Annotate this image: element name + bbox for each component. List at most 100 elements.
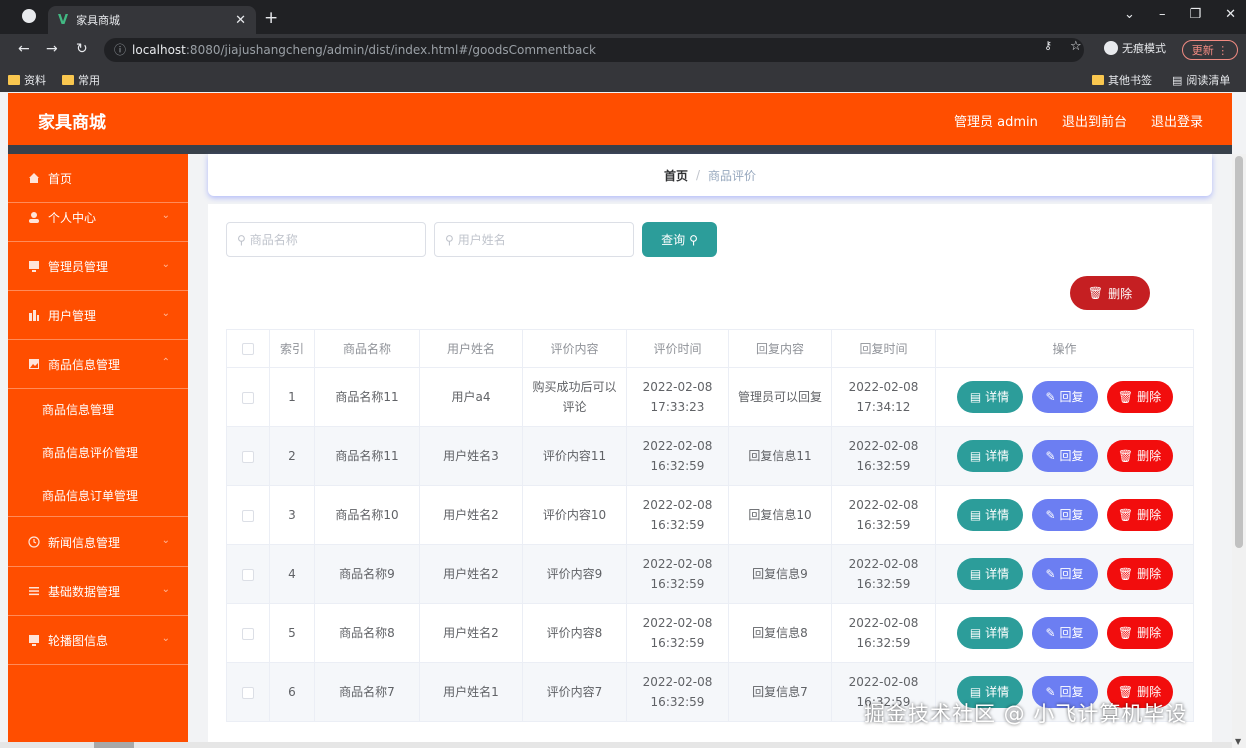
site-info-icon[interactable]: ⓘ: [114, 43, 126, 57]
incognito-indicator[interactable]: 无痕模式: [1104, 40, 1166, 56]
sidebar-item-user-management[interactable]: 用户管理 ⌄: [8, 291, 188, 340]
forward-icon[interactable]: →: [46, 41, 58, 57]
reply-button[interactable]: ✎ 回复: [1031, 381, 1098, 413]
vertical-scrollbar[interactable]: ▼: [1232, 154, 1246, 748]
monitor-icon: [29, 635, 39, 646]
sidebar-item-basic-data[interactable]: 基础数据管理 ⌄: [8, 567, 188, 616]
restore-icon[interactable]: ❐: [1189, 7, 1201, 22]
scroll-down-icon[interactable]: ▼: [1235, 737, 1241, 746]
detail-button[interactable]: ▤ 详情: [956, 617, 1023, 649]
row-checkbox[interactable]: [242, 568, 254, 581]
user-name-input[interactable]: ⚲ 用户姓名: [434, 222, 634, 257]
user-icon: [29, 212, 39, 223]
query-button[interactable]: 查询 ⚲: [642, 222, 717, 257]
sidebar-item-goods-management[interactable]: 商品信息管理 ⌃: [8, 340, 188, 389]
detail-button[interactable]: ▤ 详情: [956, 381, 1023, 413]
update-button[interactable]: 更新 ⋮: [1182, 40, 1238, 60]
cell-content: 评价内容9: [522, 544, 627, 604]
horizontal-scrollbar[interactable]: [0, 742, 1232, 748]
row-checkbox[interactable]: [242, 509, 254, 522]
incognito-label: 无痕模式: [1122, 42, 1166, 55]
logout-link[interactable]: 退出登录: [1151, 111, 1203, 130]
new-tab-button[interactable]: +: [264, 8, 278, 28]
detail-button[interactable]: ▤ 详情: [956, 499, 1023, 531]
comments-table: 索引 商品名称 用户姓名 评价内容 评价时间 回复内容 回复时间 操作 1 商品名…: [226, 329, 1194, 722]
bulk-delete-button[interactable]: 🗑 删除: [1070, 276, 1150, 310]
reload-icon[interactable]: ↻: [76, 41, 88, 57]
cell-goods: 商品名称7: [314, 662, 420, 722]
cell-reply-time: 2022-02-08 16:32:59: [831, 544, 936, 604]
reading-list[interactable]: ▤ 阅读清单: [1172, 72, 1230, 88]
scrollbar-thumb[interactable]: [1235, 156, 1243, 548]
address-bar[interactable]: ⓘ localhost:8080/jiajushangcheng/admin/di…: [104, 38, 1084, 62]
close-tab-icon[interactable]: ✕: [235, 13, 246, 28]
row-select-cell[interactable]: [226, 662, 270, 722]
breadcrumb-home[interactable]: 首页: [664, 167, 688, 184]
breadcrumb-current: 商品评价: [708, 168, 757, 183]
row-select-cell[interactable]: [226, 367, 270, 427]
back-to-front-link[interactable]: 退出到前台: [1062, 111, 1127, 130]
row-select-cell[interactable]: [226, 603, 270, 663]
delete-button[interactable]: 🗑 删除: [1106, 499, 1173, 531]
key-icon[interactable]: ⚷: [1044, 39, 1052, 52]
delete-button[interactable]: 🗑 删除: [1106, 558, 1173, 590]
cell-reply: 回复信息11: [728, 426, 832, 486]
sidebar-subitem-goods-order[interactable]: 商品信息订单管理: [8, 474, 188, 517]
cell-goods: 商品名称11: [314, 426, 420, 486]
trash-icon: 🗑: [1117, 626, 1134, 640]
other-bookmarks[interactable]: 其他书签: [1092, 72, 1152, 88]
row-checkbox[interactable]: [242, 686, 254, 699]
tab-search-icon[interactable]: ⌄: [1124, 7, 1135, 22]
reply-button[interactable]: ✎ 回复: [1031, 499, 1098, 531]
browser-tab[interactable]: V 家具商城 ✕: [48, 6, 256, 34]
row-checkbox[interactable]: [242, 391, 254, 404]
cell-user: 用户姓名2: [419, 485, 523, 545]
delete-button[interactable]: 🗑 删除: [1106, 440, 1173, 472]
reply-button[interactable]: ✎ 回复: [1031, 617, 1098, 649]
sidebar-item-carousel[interactable]: 轮播图信息 ⌄: [8, 616, 188, 665]
cell-reply-time: 2022-02-08 17:34:12: [831, 367, 936, 427]
star-icon[interactable]: ☆: [1070, 39, 1082, 54]
detail-button[interactable]: ▤ 详情: [956, 440, 1023, 472]
scrollbar-thumb[interactable]: [94, 742, 134, 748]
sidebar-item-admin-management[interactable]: 管理员管理 ⌄: [8, 242, 188, 291]
cell-index: 5: [269, 603, 315, 663]
home-icon: [29, 173, 39, 183]
row-select-cell[interactable]: [226, 426, 270, 486]
reply-button[interactable]: ✎ 回复: [1031, 558, 1098, 590]
delete-button[interactable]: 🗑 删除: [1106, 617, 1173, 649]
back-icon[interactable]: ←: [18, 41, 30, 57]
bookmark-folder-0[interactable]: 资料: [8, 72, 46, 88]
row-select-cell[interactable]: [226, 544, 270, 604]
query-label: 查询: [661, 233, 686, 247]
breadcrumb-separator: /: [695, 168, 701, 182]
sidebar-item-personal-center[interactable]: 个人中心 ⌄: [8, 193, 188, 242]
row-checkbox[interactable]: [242, 627, 254, 640]
reply-button-label: 回复: [1059, 567, 1084, 581]
column-header: 操作: [935, 329, 1194, 368]
row-checkbox[interactable]: [242, 450, 254, 463]
sidebar-subitem-goods-comment[interactable]: 商品信息评价管理: [8, 431, 188, 474]
delete-button[interactable]: 🗑 删除: [1106, 381, 1173, 413]
detail-button[interactable]: ▤ 详情: [956, 558, 1023, 590]
reply-button[interactable]: ✎ 回复: [1031, 440, 1098, 472]
column-header: 用户姓名: [419, 329, 523, 368]
trash-icon: 🗑: [1117, 449, 1134, 463]
sidebar-item-news-management[interactable]: 新闻信息管理 ⌄: [8, 518, 188, 567]
row-select-cell[interactable]: [226, 485, 270, 545]
close-window-icon[interactable]: ✕: [1225, 7, 1236, 22]
folder-icon: [1092, 75, 1104, 85]
goods-name-input[interactable]: ⚲ 商品名称: [226, 222, 426, 257]
cell-reply-time: 2022-02-08 16:32:59: [831, 426, 936, 486]
sidebar-subitem-goods-info[interactable]: 商品信息管理: [8, 388, 188, 431]
select-all-checkbox[interactable]: [242, 343, 254, 355]
bookmark-folder-1[interactable]: 常用: [62, 72, 100, 88]
select-all-cell[interactable]: [226, 329, 270, 368]
minimize-icon[interactable]: –: [1159, 7, 1166, 22]
cell-goods: 商品名称11: [314, 367, 420, 427]
search-icon: ⚲: [689, 232, 698, 247]
breadcrumb: 首页 / 商品评价: [208, 154, 1212, 196]
table-row: 5 商品名称8 用户姓名2 评价内容8 2022-02-08 16:32:59 回复信息8…: [226, 603, 1194, 663]
delete-button-label: 删除: [1137, 567, 1162, 581]
bookmark-label: 常用: [78, 74, 100, 87]
